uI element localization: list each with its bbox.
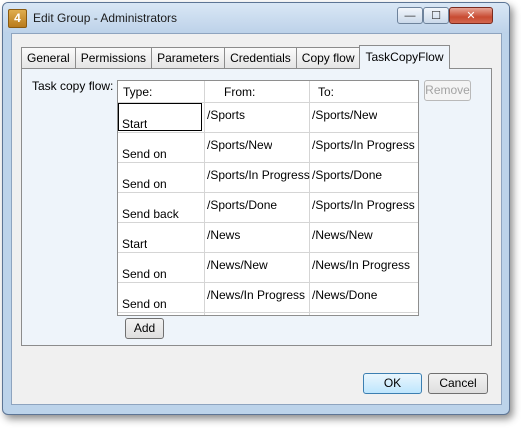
- grid-row-divider: [118, 282, 418, 283]
- grid-cell-type[interactable]: Send on: [122, 147, 167, 161]
- maximize-icon: ☐: [431, 10, 441, 22]
- grid-cell-type[interactable]: Send back: [122, 207, 179, 221]
- grid-cell-to[interactable]: /News/New: [312, 228, 373, 242]
- cancel-button[interactable]: Cancel: [428, 373, 488, 394]
- grid-cell-type[interactable]: Send on: [122, 177, 167, 191]
- grid-cell-type[interactable]: Send on: [122, 297, 167, 311]
- edit-group-dialog: 4 Edit Group - Administrators — ☐ ✕ Gene…: [2, 2, 510, 415]
- grid-header: Type: From: To:: [118, 81, 418, 103]
- grid-row-divider: [118, 222, 418, 223]
- grid-cell-from[interactable]: /Sports/Done: [207, 198, 277, 212]
- tab-task-copy-flow[interactable]: TaskCopyFlow: [359, 45, 450, 69]
- grid-cell-from[interactable]: /News: [207, 228, 240, 242]
- close-icon: ✕: [466, 10, 476, 22]
- grid-row-divider: [118, 312, 418, 313]
- grid-row-divider: [118, 132, 418, 133]
- grid-cell-to[interactable]: /News/In Progress: [312, 258, 410, 272]
- grid-cell-from[interactable]: /Sports: [207, 108, 245, 122]
- column-header-to[interactable]: To:: [318, 85, 334, 99]
- minimize-button[interactable]: —: [397, 7, 423, 24]
- dialog-body: General Permissions Parameters Credentia…: [11, 33, 502, 405]
- tab-copy-flow[interactable]: Copy flow: [295, 47, 361, 69]
- grid-cell-to[interactable]: /Sports/In Progress: [312, 198, 415, 212]
- grid-cell-to[interactable]: /Sports/In Progress: [312, 138, 415, 152]
- grid-cell-type[interactable]: Send on: [122, 267, 167, 281]
- remove-button[interactable]: Remove: [424, 80, 471, 101]
- grid-cell-from[interactable]: /Sports/In Progress: [207, 168, 310, 182]
- selected-cell: [118, 103, 202, 131]
- window-title: Edit Group - Administrators: [33, 11, 178, 25]
- maximize-button[interactable]: ☐: [423, 7, 449, 24]
- close-button[interactable]: ✕: [449, 7, 493, 24]
- grid-cell-to[interactable]: /Sports/New: [312, 108, 377, 122]
- grid-divider: [204, 81, 205, 315]
- grid-cell-to[interactable]: /News/Done: [312, 288, 377, 302]
- tab-credentials[interactable]: Credentials: [224, 47, 297, 69]
- tab-strip: General Permissions Parameters Credentia…: [21, 45, 450, 69]
- grid-cell-from[interactable]: /News/In Progress: [207, 288, 305, 302]
- grid-cell-to[interactable]: /Sports/Done: [312, 168, 382, 182]
- task-copy-flow-panel: Task copy flow: Type: From: To: Start/Sp…: [21, 68, 492, 346]
- title-bar[interactable]: 4 Edit Group - Administrators — ☐ ✕: [3, 3, 509, 33]
- minimize-icon: —: [404, 9, 416, 22]
- column-header-from[interactable]: From:: [224, 85, 255, 99]
- task-copy-flow-grid[interactable]: Type: From: To: Start/Sports/Sports/New S…: [117, 80, 419, 316]
- grid-row-divider: [118, 252, 418, 253]
- tab-parameters[interactable]: Parameters: [151, 47, 226, 69]
- grid-cell-from[interactable]: /Sports/New: [207, 138, 272, 152]
- ok-button[interactable]: OK: [363, 373, 422, 394]
- column-header-type[interactable]: Type:: [123, 85, 152, 99]
- task-copy-flow-label: Task copy flow:: [32, 79, 114, 93]
- tab-general[interactable]: General: [21, 47, 76, 69]
- grid-row-divider: [118, 162, 418, 163]
- app-icon: 4: [8, 9, 27, 28]
- add-button[interactable]: Add: [125, 318, 164, 339]
- grid-row-divider: [118, 192, 418, 193]
- tab-permissions[interactable]: Permissions: [74, 47, 153, 69]
- grid-cell-type[interactable]: Start: [122, 237, 147, 251]
- grid-divider: [309, 81, 310, 315]
- grid-cell-from[interactable]: /News/New: [207, 258, 268, 272]
